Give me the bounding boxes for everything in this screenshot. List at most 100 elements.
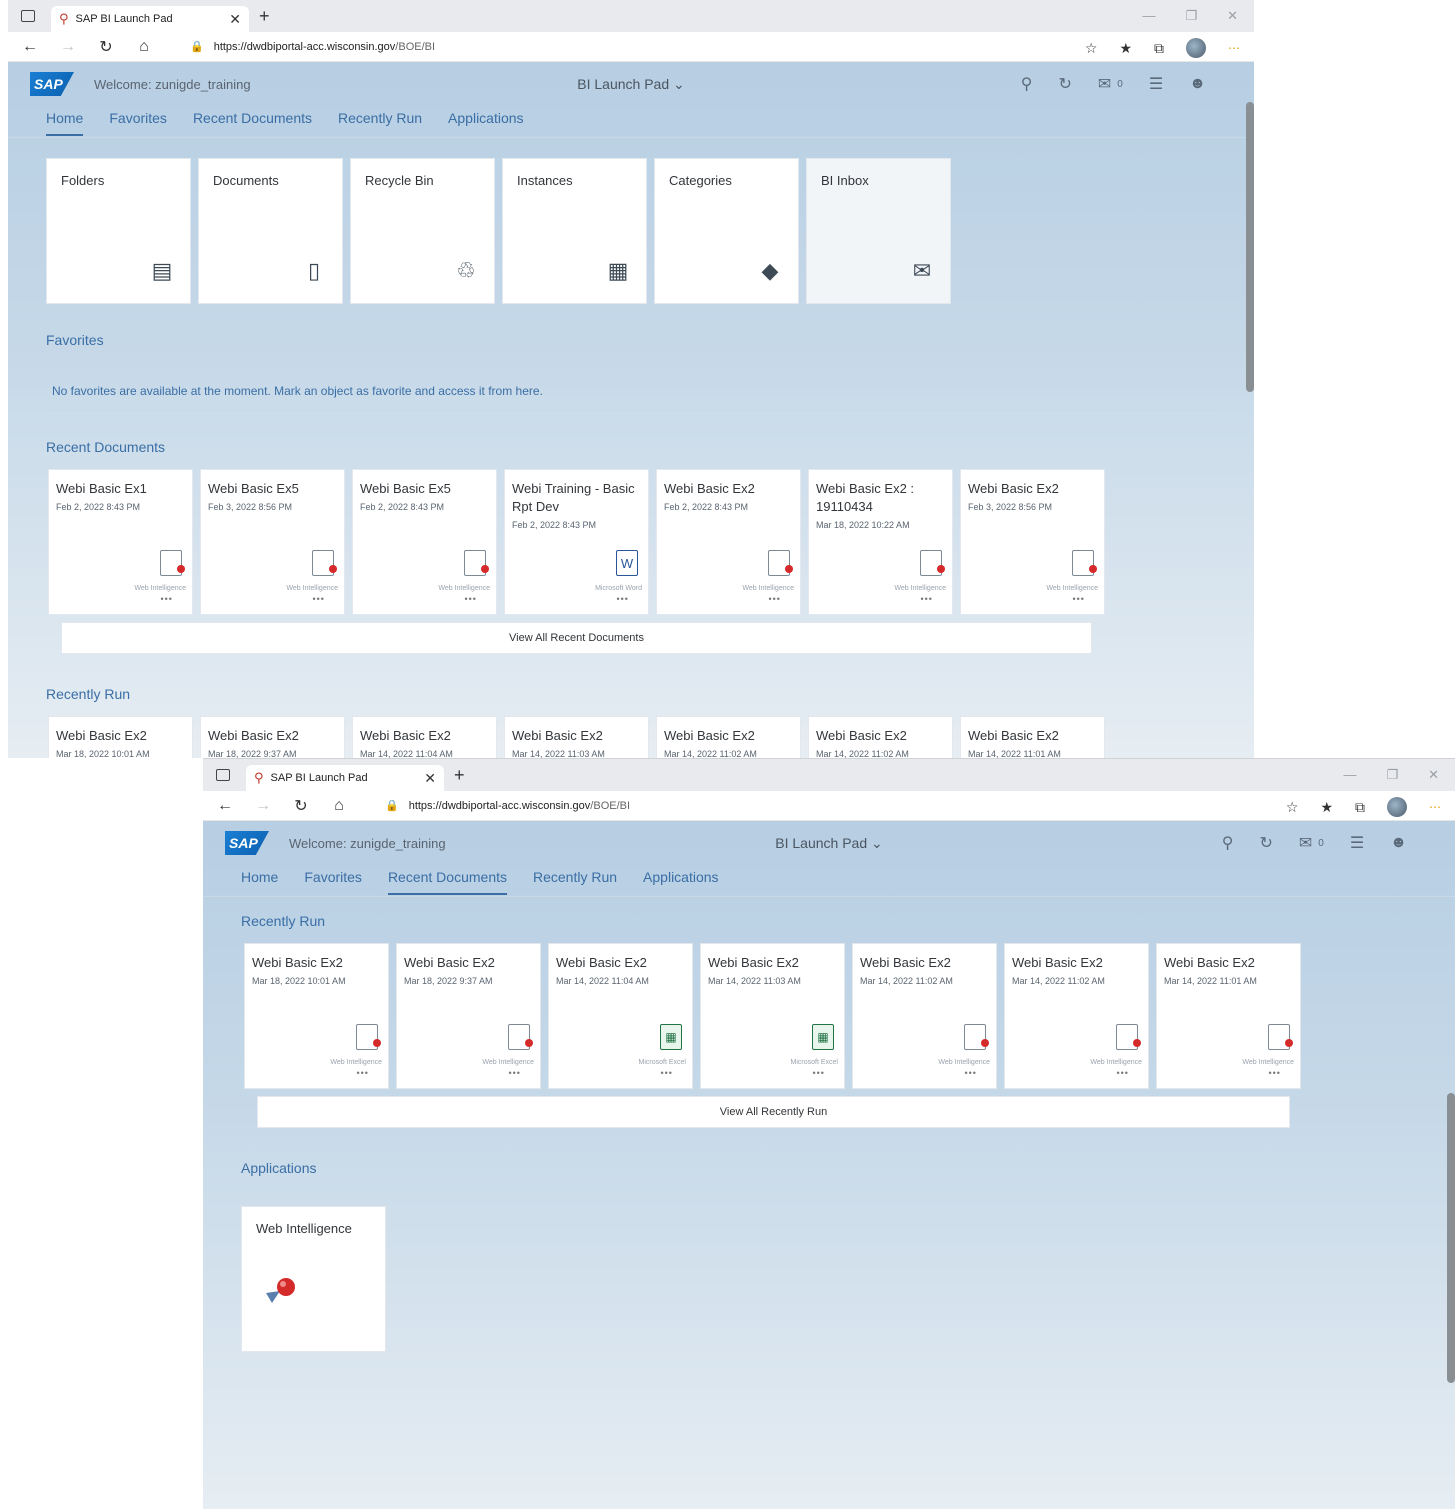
document-card[interactable]: Webi Basic Ex2 : 19110434 Mar 18, 2022 10… [808,469,953,615]
collections-icon[interactable]: ⧉ [1154,40,1164,57]
more-actions-icon[interactable]: ••• [661,1068,673,1078]
document-card[interactable]: Webi Basic Ex2 Mar 14, 2022 11:03 AM [504,716,649,758]
scrollbar[interactable] [1447,1093,1455,1383]
app-title-menu[interactable]: BI Launch Pad ⌄ [577,76,684,93]
tab-actions-icon[interactable] [216,769,230,781]
url-field[interactable]: https://dwdbiportal-acc.wisconsin.gov/BO… [214,41,435,53]
browser-tab[interactable]: ⚲ SAP BI Launch Pad ✕ [51,6,249,32]
back-icon[interactable]: ← [22,38,38,56]
home-icon[interactable]: ⌂ [331,797,347,815]
more-actions-icon[interactable]: ••• [313,594,325,604]
more-actions-icon[interactable]: ••• [965,1068,977,1078]
home-icon[interactable]: ⌂ [136,38,152,56]
favorites-list-icon[interactable]: ★ [1119,40,1132,57]
more-options-icon[interactable]: ⋯ [1228,41,1240,55]
back-icon[interactable]: ← [217,797,233,815]
close-window-icon[interactable]: ✕ [1227,8,1238,24]
new-tab-icon[interactable]: + [259,6,270,27]
document-card[interactable]: Webi Basic Ex2 Mar 14, 2022 11:02 AM [656,716,801,758]
minimize-icon[interactable]: — [1142,8,1155,24]
tab-recently-run[interactable]: Recently Run [533,865,617,895]
profile-avatar[interactable] [1387,797,1407,817]
tile-recycle-bin[interactable]: Recycle Bin ♲ [350,158,495,304]
favorite-star-icon[interactable]: ☆ [1085,40,1098,57]
document-card[interactable]: Webi Basic Ex2 Mar 14, 2022 11:02 AM [808,716,953,758]
tab-actions-icon[interactable] [21,10,35,22]
tab-home[interactable]: Home [46,106,84,136]
refresh-icon[interactable]: ↻ [1058,74,1071,94]
forward-icon[interactable]: → [255,797,271,815]
tab-recently-run[interactable]: Recently Run [338,106,422,136]
alerts-icon[interactable]: ☰ [1149,74,1163,94]
document-card[interactable]: Webi Basic Ex2 Mar 18, 2022 9:37 AM Web In… [396,943,541,1089]
document-card[interactable]: Webi Basic Ex2 Mar 14, 2022 11:02 AM Web I… [1004,943,1149,1089]
more-actions-icon[interactable]: ••• [617,594,629,604]
tile-folders[interactable]: Folders ▤ [46,158,191,304]
more-actions-icon[interactable]: ••• [769,594,781,604]
tile-categories[interactable]: Categories ◆ [654,158,799,304]
favorite-star-icon[interactable]: ☆ [1286,799,1299,816]
tab-recent-documents[interactable]: Recent Documents [387,865,507,895]
notifications-icon[interactable]: ✉ [1098,74,1111,94]
tab-applications[interactable]: Applications [448,106,524,136]
tab-home[interactable]: Home [241,865,278,895]
browser-tab[interactable]: ⚲ SAP BI Launch Pad ✕ [246,765,444,791]
close-window-icon[interactable]: ✕ [1428,767,1439,783]
tab-applications[interactable]: Applications [643,865,719,895]
favorites-list-icon[interactable]: ★ [1320,799,1333,816]
tab-favorites[interactable]: Favorites [109,106,167,136]
document-card[interactable]: Webi Basic Ex2 Mar 14, 2022 11:04 AM ▦ Micr… [548,943,693,1089]
tile-bi-inbox[interactable]: BI Inbox ✉ [806,158,951,304]
collections-icon[interactable]: ⧉ [1355,799,1365,816]
document-card[interactable]: Webi Basic Ex2 Mar 14, 2022 11:01 AM Web I… [1156,943,1301,1089]
search-icon[interactable]: ⚲ [1021,74,1033,94]
more-actions-icon[interactable]: ••• [1117,1068,1129,1078]
document-card[interactable]: Webi Basic Ex2 Mar 14, 2022 11:04 AM [352,716,497,758]
more-actions-icon[interactable]: ••• [813,1068,825,1078]
tab-favorites[interactable]: Favorites [304,865,362,895]
url-field[interactable]: https://dwdbiportal-acc.wisconsin.gov/BO… [409,800,630,812]
restore-icon[interactable]: ❐ [1185,8,1197,24]
application-tile-web-intelligence[interactable]: Web Intelligence [241,1206,386,1352]
more-options-icon[interactable]: ⋯ [1429,800,1441,814]
tab-recent-documents[interactable]: Recent Documents [193,106,312,136]
close-tab-icon[interactable]: ✕ [229,11,241,28]
document-card[interactable]: Webi Basic Ex2 Mar 18, 2022 9:37 AM [200,716,345,758]
document-card[interactable]: Webi Basic Ex2 Mar 14, 2022 11:03 AM ▦ Micr… [700,943,845,1089]
more-actions-icon[interactable]: ••• [921,594,933,604]
document-card[interactable]: Webi Training - Basic Rpt Dev Feb 2, 2022… [504,469,649,615]
close-tab-icon[interactable]: ✕ [424,770,436,787]
minimize-icon[interactable]: — [1343,767,1356,783]
reload-icon[interactable]: ↻ [293,796,309,816]
document-card[interactable]: Webi Basic Ex5 Feb 2, 2022 8:43 PM Web Int… [352,469,497,615]
lock-icon[interactable]: 🔒 [190,40,204,53]
profile-avatar[interactable] [1186,38,1206,58]
document-card[interactable]: Webi Basic Ex1 Feb 2, 2022 8:43 PM Web Int… [48,469,193,615]
new-tab-icon[interactable]: + [454,765,465,786]
document-card[interactable]: Webi Basic Ex2 Feb 2, 2022 8:43 PM Web Int… [656,469,801,615]
lock-icon[interactable]: 🔒 [385,799,399,812]
more-actions-icon[interactable]: ••• [357,1068,369,1078]
tile-documents[interactable]: Documents ▯ [198,158,343,304]
document-card[interactable]: Webi Basic Ex2 Mar 18, 2022 10:01 AM [48,716,193,758]
more-actions-icon[interactable]: ••• [465,594,477,604]
more-actions-icon[interactable]: ••• [1073,594,1085,604]
notifications-icon[interactable]: ✉ [1299,833,1312,853]
document-card[interactable]: Webi Basic Ex2 Mar 18, 2022 10:01 AM Web I… [244,943,389,1089]
document-card[interactable]: Webi Basic Ex2 Feb 3, 2022 8:56 PM Web Int… [960,469,1105,615]
more-actions-icon[interactable]: ••• [1269,1068,1281,1078]
reload-icon[interactable]: ↻ [98,37,114,57]
view-all-recent-documents-button[interactable]: View All Recent Documents [61,622,1092,654]
user-menu-icon[interactable]: ☻ [1390,834,1407,852]
forward-icon[interactable]: → [60,38,76,56]
more-actions-icon[interactable]: ••• [161,594,173,604]
alerts-icon[interactable]: ☰ [1350,833,1364,853]
document-card[interactable]: Webi Basic Ex5 Feb 3, 2022 8:56 PM Web Int… [200,469,345,615]
app-title-menu[interactable]: BI Launch Pad ⌄ [775,835,882,852]
user-menu-icon[interactable]: ☻ [1189,75,1206,93]
document-card[interactable]: Webi Basic Ex2 Mar 14, 2022 11:01 AM [960,716,1105,758]
document-card[interactable]: Webi Basic Ex2 Mar 14, 2022 11:02 AM Web I… [852,943,997,1089]
view-all-recently-run-button[interactable]: View All Recently Run [257,1096,1290,1128]
tile-instances[interactable]: Instances ▦ [502,158,647,304]
scrollbar[interactable] [1246,102,1254,392]
